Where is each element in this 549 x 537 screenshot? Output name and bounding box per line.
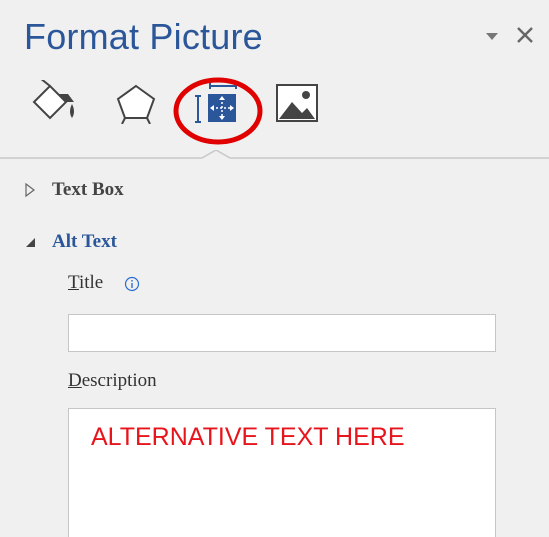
title-label-accesskey: T bbox=[68, 272, 79, 293]
format-picture-pane: Format Picture Text Box Alt Text Title D… bbox=[0, 0, 549, 537]
description-label: Description bbox=[68, 370, 157, 392]
pentagon-icon[interactable] bbox=[110, 80, 162, 125]
title-input[interactable] bbox=[68, 314, 496, 352]
task-pane-options-icon[interactable] bbox=[484, 30, 500, 44]
picture-icon[interactable] bbox=[274, 82, 324, 126]
size-properties-icon[interactable] bbox=[192, 82, 242, 126]
section-text-box-label: Text Box bbox=[52, 179, 124, 200]
description-text: ALTERNATIVE TEXT HERE bbox=[91, 423, 405, 451]
pane-title: Format Picture bbox=[24, 16, 263, 57]
section-text-box[interactable]: Text Box bbox=[22, 178, 124, 202]
description-label-rest: escription bbox=[81, 370, 157, 391]
section-alt-text-label: Alt Text bbox=[52, 231, 117, 252]
section-alt-text[interactable]: Alt Text bbox=[22, 230, 117, 254]
description-label-accesskey: D bbox=[68, 370, 82, 391]
close-icon[interactable] bbox=[514, 24, 536, 46]
title-label-rest: itle bbox=[78, 272, 104, 293]
tab-divider bbox=[0, 149, 549, 164]
paint-bucket-icon[interactable] bbox=[28, 77, 80, 124]
description-textarea[interactable]: ALTERNATIVE TEXT HERE bbox=[68, 408, 496, 537]
caret-down-icon bbox=[22, 234, 38, 250]
info-icon[interactable] bbox=[124, 276, 140, 292]
title-label: Title bbox=[68, 272, 103, 294]
caret-right-icon bbox=[22, 182, 38, 198]
